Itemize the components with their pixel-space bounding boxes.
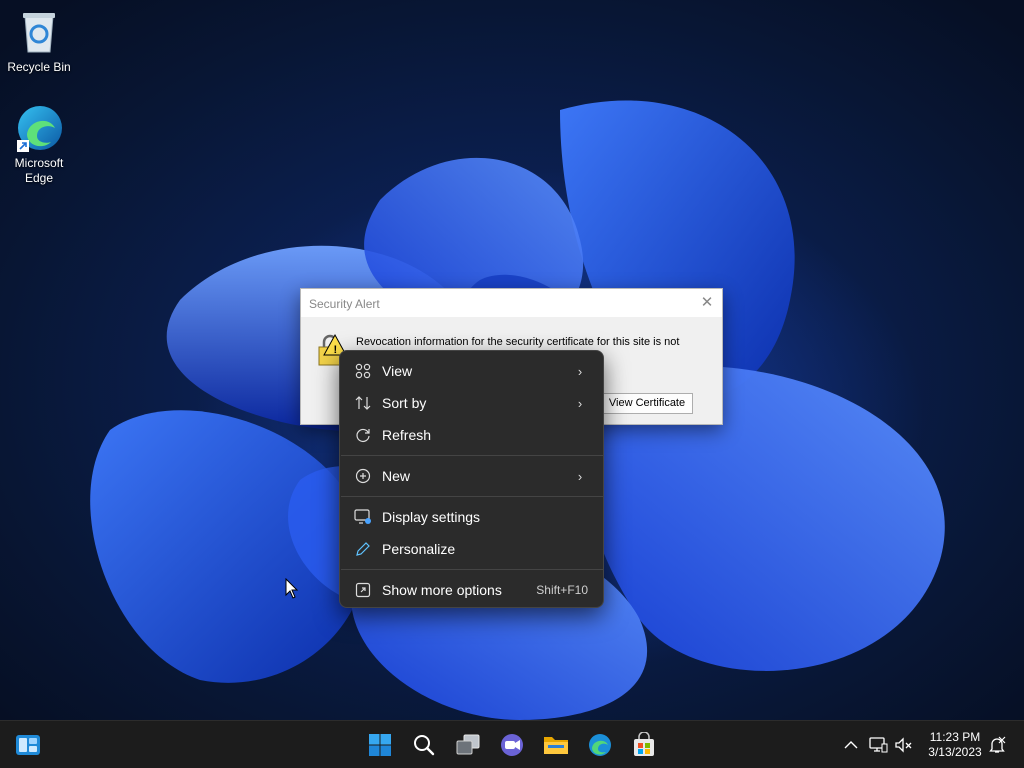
menu-item-view[interactable]: View ›: [344, 355, 601, 387]
close-icon[interactable]: ✕: [698, 294, 716, 312]
pen-icon: [353, 539, 373, 559]
task-view-icon: [456, 734, 480, 755]
menu-separator: [341, 569, 604, 570]
mouse-cursor-icon: [285, 578, 299, 599]
menu-item-label: Refresh: [382, 427, 432, 443]
volume-muted-icon[interactable]: [894, 735, 914, 755]
search-icon: [414, 735, 435, 756]
view-certificate-button[interactable]: View Certificate: [601, 393, 693, 414]
dialog-message: Revocation information for the security …: [356, 336, 680, 348]
menu-item-label: Sort by: [382, 395, 427, 411]
desktop-icon-microsoft-edge[interactable]: Microsoft Edge: [1, 104, 77, 186]
chevron-up-icon[interactable]: [841, 735, 861, 755]
teams-chat-icon: [501, 734, 523, 756]
menu-item-label: Display settings: [382, 509, 481, 525]
menu-item-shortcut: Shift+F10: [536, 583, 588, 597]
windows-start-icon: [369, 734, 391, 756]
chat-button[interactable]: [496, 729, 528, 761]
menu-item-sort-by[interactable]: Sort by ›: [344, 387, 601, 419]
widgets-icon: [16, 735, 40, 755]
recycle-bin-icon: [15, 8, 63, 56]
microsoft-store-button[interactable]: [628, 729, 660, 761]
display-settings-icon: [353, 507, 373, 527]
network-icon[interactable]: [868, 735, 888, 755]
sort-icon: [353, 393, 373, 413]
desktop-context-menu: View › Sort by › Refresh New › Display s…: [339, 350, 604, 608]
start-button[interactable]: [364, 729, 396, 761]
menu-item-label: Personalize: [382, 541, 456, 557]
desktop-icon-label: Microsoft Edge: [14, 156, 64, 185]
refresh-icon: [353, 425, 373, 445]
dialog-title: Security Alert: [309, 297, 380, 311]
store-bag-icon: [634, 732, 654, 756]
desktop-icon-label: Recycle Bin: [7, 60, 71, 74]
view-grid-icon: [353, 361, 373, 381]
dialog-titlebar[interactable]: Security Alert ✕: [301, 289, 722, 317]
menu-item-show-more-options[interactable]: Show more options Shift+F10: [344, 574, 601, 606]
taskbar-clock[interactable]: 11:23 PM 3/13/2023: [920, 730, 990, 760]
file-explorer-button[interactable]: [540, 729, 572, 761]
chevron-right-icon: ›: [577, 363, 583, 379]
menu-item-label: New: [382, 468, 411, 484]
menu-item-personalize[interactable]: Personalize: [344, 533, 601, 565]
folder-icon: [544, 737, 568, 754]
menu-item-label: View: [382, 363, 413, 379]
menu-separator: [341, 455, 604, 456]
clock-date: 3/13/2023: [928, 745, 982, 759]
menu-item-display-settings[interactable]: Display settings: [344, 501, 601, 533]
notification-bell-icon[interactable]: [987, 735, 1007, 755]
edge-icon: [15, 104, 63, 152]
menu-item-label: Show more options: [382, 582, 502, 598]
search-button[interactable]: [408, 729, 440, 761]
taskbar: 11:23 PM 3/13/2023: [0, 720, 1024, 768]
show-more-icon: [353, 580, 373, 600]
task-view-button[interactable]: [452, 729, 484, 761]
chevron-right-icon: ›: [577, 395, 583, 411]
menu-item-new[interactable]: New ›: [344, 460, 601, 492]
chevron-right-icon: ›: [577, 468, 583, 484]
svg-text:!: !: [334, 344, 338, 356]
desktop-icon-recycle-bin[interactable]: Recycle Bin: [1, 8, 77, 75]
widgets-button[interactable]: [12, 729, 44, 761]
menu-separator: [341, 496, 604, 497]
edge-taskbar-button[interactable]: [584, 729, 616, 761]
edge-icon: [589, 734, 611, 756]
desktop[interactable]: Recycle Bin Microsoft Edge Security Aler…: [0, 0, 1024, 720]
menu-item-refresh[interactable]: Refresh: [344, 419, 601, 451]
new-plus-icon: [353, 466, 373, 486]
clock-time: 11:23 PM: [929, 730, 981, 744]
